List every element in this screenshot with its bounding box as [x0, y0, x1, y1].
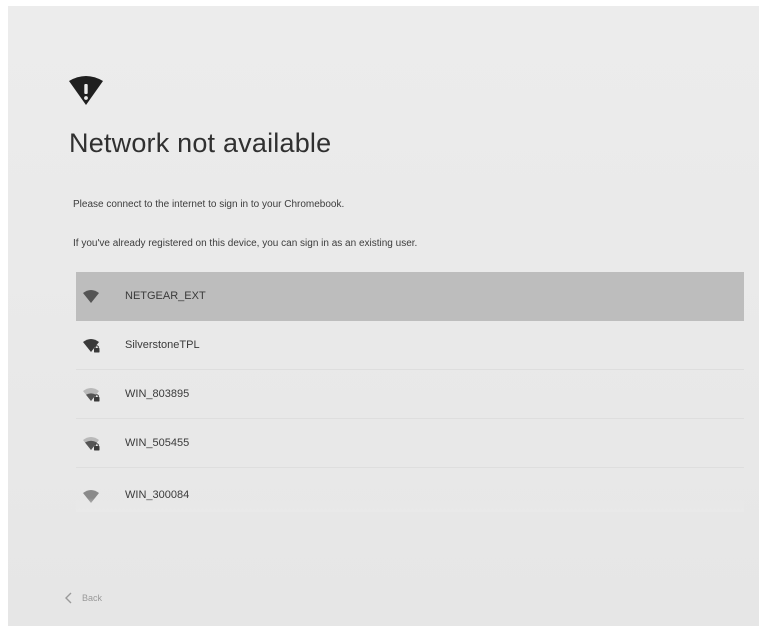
chevron-left-icon [65, 592, 72, 604]
list-scroll-fade [76, 498, 744, 512]
wifi-offline-icon [69, 76, 103, 105]
back-button[interactable]: Back [64, 589, 102, 607]
oobe-screen: Network not available Please connect to … [8, 6, 759, 626]
network-name: NETGEAR_EXT [125, 290, 206, 302]
lock-icon [94, 446, 100, 451]
wifi-signal-icon [83, 437, 100, 451]
lock-icon [94, 348, 100, 353]
network-item-silverstonetpl[interactable]: SilverstoneTPL [76, 321, 744, 370]
network-item-netgear-ext[interactable]: NETGEAR_EXT [76, 272, 744, 321]
network-name: SilverstoneTPL [125, 339, 200, 351]
network-item-win-505455[interactable]: WIN_505455 [76, 419, 744, 468]
network-list: NETGEAR_EXT SilverstoneTPL WIN_803895 WI… [76, 272, 744, 512]
page-title: Network not available [69, 128, 332, 158]
wifi-signal-icon [83, 290, 99, 303]
wifi-signal-icon [83, 339, 100, 353]
existing-user-message: If you've already registered on this dev… [73, 238, 418, 249]
network-name: WIN_803895 [125, 388, 190, 400]
lock-icon [94, 397, 100, 402]
wifi-signal-icon [83, 388, 100, 402]
network-name: WIN_505455 [125, 437, 190, 449]
connect-message: Please connect to the internet to sign i… [73, 199, 345, 210]
back-label: Back [82, 593, 103, 603]
network-item-win-803895[interactable]: WIN_803895 [76, 370, 744, 419]
